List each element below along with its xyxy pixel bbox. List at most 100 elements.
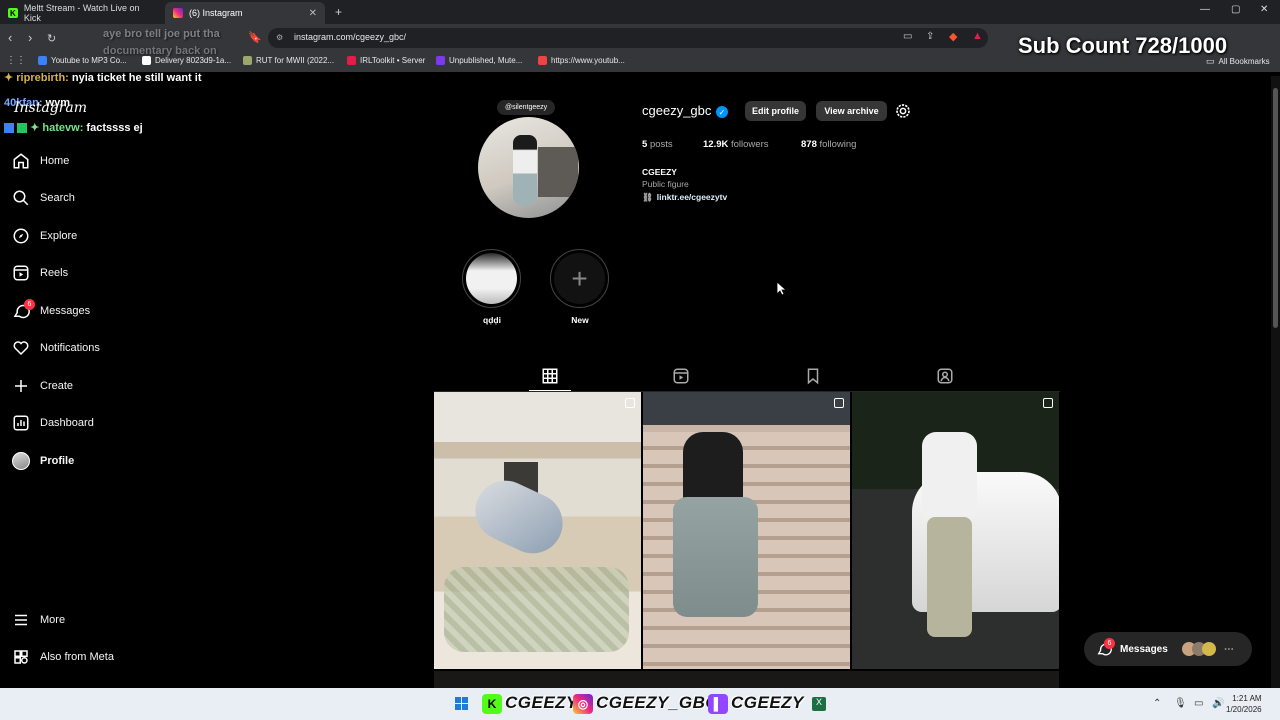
- next-row-thumbnails[interactable]: [434, 671, 1059, 688]
- sidebar-item-home[interactable]: Home: [12, 152, 69, 170]
- bookmark-item[interactable]: IRLToolkit • Server: [347, 56, 425, 65]
- post-photo-detail: [922, 432, 977, 522]
- windows-start-icon[interactable]: [455, 697, 469, 711]
- sidebar-item-reels[interactable]: Reels: [12, 264, 68, 282]
- minimize-button[interactable]: —: [1200, 4, 1210, 15]
- bookmark-item[interactable]: https://www.youtub...: [538, 56, 625, 65]
- close-window-button[interactable]: ✕: [1260, 4, 1268, 15]
- url-field[interactable]: instagram.com/cgeezy_gbc/: [268, 28, 988, 48]
- plus-icon: [15, 380, 27, 392]
- scrollbar[interactable]: [1271, 76, 1280, 688]
- new-tab-button[interactable]: +: [335, 5, 342, 19]
- maximize-button[interactable]: ▢: [1231, 4, 1240, 15]
- tab-title: Meltt Stream - Watch Live on Kick: [23, 3, 140, 23]
- chat-line: ✦ riprebirth: nyia ticket he still want …: [4, 71, 202, 84]
- cast-icon[interactable]: ▭: [903, 31, 912, 42]
- view-archive-button[interactable]: View archive: [816, 101, 887, 121]
- tagged-tab-icon[interactable]: [936, 367, 954, 385]
- scrollbar-thumb[interactable]: [1273, 88, 1278, 328]
- bookmark-item[interactable]: Unpublished, Mute...: [436, 56, 522, 65]
- bookmark-favicon-icon: [347, 56, 356, 65]
- plus-icon: +: [554, 253, 605, 304]
- chat-line: documentary back on: [103, 45, 217, 57]
- meta-icon: [14, 650, 28, 664]
- sidebar-item-search[interactable]: Search: [12, 189, 75, 207]
- forward-button[interactable]: ›: [28, 30, 32, 45]
- saved-tab-icon[interactable]: [804, 367, 822, 385]
- chat-username: ✦ riprebirth:: [4, 72, 69, 84]
- sidebar-item-create[interactable]: Create: [12, 377, 73, 395]
- notification-badge: 6: [24, 299, 35, 310]
- highlight-item[interactable]: [462, 249, 521, 308]
- heart-icon: [13, 341, 29, 356]
- excel-icon[interactable]: X: [812, 697, 826, 711]
- sidebar-item-dashboard[interactable]: Dashboard: [12, 414, 94, 432]
- new-highlight-button[interactable]: +: [550, 249, 609, 308]
- settings-gear-icon[interactable]: [894, 102, 912, 125]
- sidebar-item-explore[interactable]: Explore: [12, 227, 77, 245]
- volume-icon[interactable]: 🔊: [1212, 698, 1224, 709]
- verified-badge-icon: ✓: [716, 106, 728, 118]
- profile-avatar[interactable]: [478, 117, 579, 218]
- multi-image-icon: [625, 398, 635, 408]
- bookmark-icon[interactable]: 🔖: [248, 31, 262, 44]
- profile-note[interactable]: @silentgeezy: [497, 100, 556, 115]
- kick-handle: CGEEZY: [505, 693, 578, 712]
- close-tab-icon[interactable]: ✕: [309, 8, 317, 19]
- post-thumbnail[interactable]: [643, 392, 850, 669]
- bookmark-item[interactable]: Youtube to MP3 Co...: [38, 56, 127, 65]
- link-icon: ⛓: [642, 192, 653, 202]
- tray-chevron-icon[interactable]: ⌃: [1153, 698, 1161, 709]
- brave-shield-icon[interactable]: ◆: [949, 30, 957, 43]
- kick-logo-icon: K: [482, 694, 502, 714]
- youtube-icon: [538, 56, 547, 65]
- sidebar-item-profile[interactable]: Profile: [12, 452, 74, 470]
- bookmark-item[interactable]: Delivery 8023d9-1a...: [142, 56, 231, 65]
- sidebar-item-notifications[interactable]: Notifications: [12, 339, 100, 357]
- microphone-icon[interactable]: 🎙: [1174, 698, 1187, 709]
- avatar: [1201, 642, 1216, 656]
- chat-username: ✦ hatevw:: [30, 122, 84, 134]
- sidebar-item-more[interactable]: More: [12, 611, 65, 629]
- chat-line: aye bro tell joe put tha: [103, 28, 220, 40]
- bookmark-item[interactable]: RUT for MWII (2022...: [243, 56, 334, 65]
- post-photo-detail: [465, 470, 573, 564]
- reload-button[interactable]: ↻: [47, 32, 56, 45]
- profile-link[interactable]: ⛓ linktr.ee/cgeezytv: [642, 192, 727, 203]
- more-icon: ⋯: [1223, 643, 1234, 655]
- tab-instagram[interactable]: (6) Instagram ✕: [165, 2, 325, 24]
- multi-image-icon: [1043, 398, 1053, 408]
- posts-count: 5 posts: [642, 139, 673, 150]
- compass-icon: [13, 228, 29, 244]
- avatar-icon: [12, 452, 30, 470]
- profile-username: cgeezy_gbc: [642, 103, 712, 118]
- posts-grid-tab-icon[interactable]: [541, 367, 559, 385]
- taskbar-clock[interactable]: 1:21 AM 1/20/2026: [1226, 693, 1262, 715]
- apps-grid-icon[interactable]: ⋮⋮: [6, 55, 26, 66]
- instagram-handle: CGEEZY_GBC: [596, 693, 719, 712]
- following-count[interactable]: 878 following: [801, 139, 856, 150]
- reels-tab-icon[interactable]: [672, 367, 690, 385]
- instagram-logo[interactable]: Instagram: [14, 100, 87, 116]
- chat-message: nyia ticket he still want it: [71, 72, 202, 84]
- tab-kick[interactable]: K Meltt Stream - Watch Live on Kick: [0, 2, 165, 24]
- followers-count[interactable]: 12.9K followers: [703, 139, 769, 150]
- bookmark-favicon-icon: [38, 56, 47, 65]
- edit-profile-button[interactable]: Edit profile: [745, 101, 806, 121]
- display-icon[interactable]: ▭: [1194, 698, 1203, 709]
- chart-icon: [13, 415, 29, 431]
- post-thumbnail[interactable]: [852, 392, 1059, 669]
- bookmark-favicon-icon: [142, 56, 151, 65]
- back-button[interactable]: ‹: [8, 30, 12, 45]
- sidebar-item-also-from-meta[interactable]: Also from Meta: [12, 648, 114, 666]
- avatar-appliance: [538, 147, 578, 197]
- rewards-icon[interactable]: ▲: [972, 30, 983, 42]
- chat-message: factssss ej: [86, 122, 143, 134]
- site-info-icon[interactable]: ⚙: [276, 33, 283, 42]
- avatar-figure: [513, 135, 537, 205]
- post-thumbnail[interactable]: [434, 392, 641, 669]
- highlight-label: New: [571, 315, 589, 325]
- message-avatars: [1181, 642, 1216, 656]
- kick-icon: K: [8, 8, 18, 18]
- share-icon[interactable]: ⇪: [926, 31, 934, 42]
